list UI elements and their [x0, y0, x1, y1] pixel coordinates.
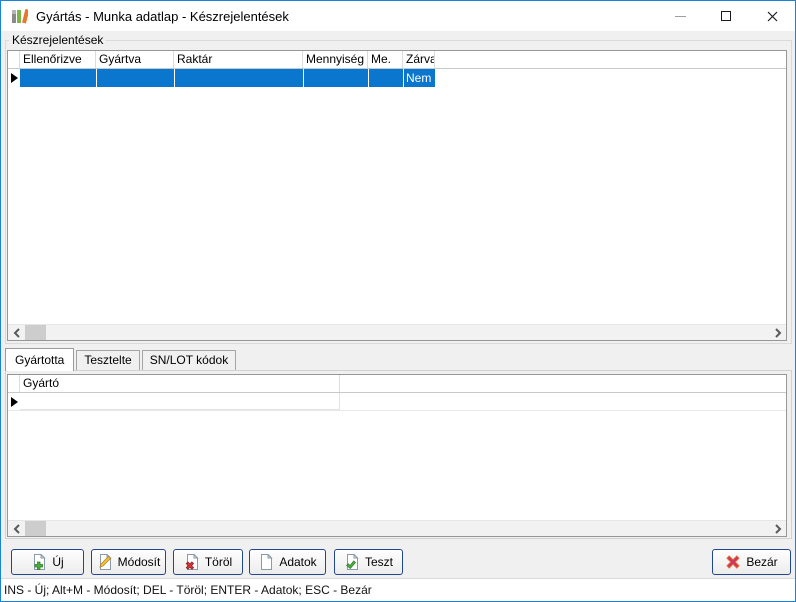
modify-button-label: Módosít [118, 555, 161, 569]
red-cross-icon [725, 554, 741, 570]
document-plus-icon [31, 554, 47, 570]
document-check-icon [344, 554, 360, 570]
modify-button[interactable]: Módosít [91, 549, 166, 575]
scroll-right-icon[interactable] [769, 521, 786, 536]
app-window: Gyártás - Munka adatlap - Készrejelentés… [0, 0, 796, 602]
delete-button-label: Töröl [205, 555, 232, 569]
close-icon [767, 11, 778, 22]
app-logo-icon [9, 6, 29, 26]
gyarto-grid-header-row: Gyártó [8, 375, 786, 393]
scroll-left-icon[interactable] [8, 521, 25, 536]
gyarto-grid[interactable]: Gyártó [7, 374, 787, 537]
status-bar-text: INS - Új; Alt+M - Módosít; DEL - Töröl; … [4, 583, 372, 597]
selected-grid-row[interactable]: Nem [8, 69, 786, 87]
close-window-button[interactable] [749, 1, 795, 31]
test-button[interactable]: Teszt [334, 549, 403, 575]
scrollbar-thumb[interactable] [25, 521, 46, 536]
scroll-left-icon[interactable] [8, 325, 25, 340]
scrollbar-thumb[interactable] [25, 325, 46, 340]
close-dialog-button[interactable]: Bezár [712, 549, 791, 575]
cell-zarva[interactable]: Nem [403, 69, 435, 87]
tab-gyartotta[interactable]: Gyártotta [5, 348, 74, 371]
title-bar: Gyártás - Munka adatlap - Készrejelentés… [1, 1, 795, 31]
data-button[interactable]: Adatok [249, 549, 326, 575]
minimize-icon [675, 16, 686, 17]
window-title: Gyártás - Munka adatlap - Készrejelentés… [36, 9, 289, 24]
test-button-label: Teszt [365, 555, 393, 569]
document-delete-icon [184, 554, 200, 570]
window-controls [657, 1, 795, 31]
column-header-ellenorizve: Ellenőrizve [20, 51, 96, 68]
cell-gyartva[interactable] [96, 69, 174, 87]
close-dialog-button-label: Bezár [746, 555, 777, 569]
document-pencil-icon [97, 554, 113, 570]
document-icon [258, 554, 274, 570]
maximize-button[interactable] [703, 1, 749, 31]
maximize-icon [721, 11, 731, 21]
delete-button[interactable]: Töröl [173, 549, 243, 575]
grid-header-row: Ellenőrizve Gyártva Raktár Mennyiség Me.… [8, 51, 786, 69]
column-header-gyartva: Gyártva [96, 51, 174, 68]
data-button-label: Adatok [279, 555, 316, 569]
lower-horizontal-scrollbar[interactable] [8, 520, 786, 536]
cell-me[interactable] [368, 69, 403, 87]
scroll-right-icon[interactable] [769, 325, 786, 340]
gyarto-grid-row[interactable] [8, 393, 786, 411]
column-header-me: Me. [368, 51, 403, 68]
current-row-indicator-icon [11, 73, 18, 83]
new-button[interactable]: Új [11, 549, 84, 575]
tab-tesztelte[interactable]: Tesztelte [76, 350, 139, 370]
status-bar: INS - Új; Alt+M - Módosít; DEL - Töröl; … [1, 578, 795, 601]
column-header-gyarto: Gyártó [20, 375, 340, 392]
column-header-raktar: Raktár [174, 51, 303, 68]
row-indicator-cell [8, 393, 20, 410]
completion-reports-grid[interactable]: Ellenőrizve Gyártva Raktár Mennyiség Me.… [7, 50, 787, 341]
minimize-button[interactable] [657, 1, 703, 31]
column-header-zarva: Zárva [403, 51, 435, 68]
cell-mennyiseg[interactable] [303, 69, 368, 87]
column-header-mennyiseg: Mennyiség [303, 51, 368, 68]
row-indicator-header [8, 51, 20, 68]
tab-sn-lot-kodok[interactable]: SN/LOT kódok [142, 350, 236, 370]
cell-gyarto[interactable] [20, 393, 340, 410]
tab-bar: Gyártotta Tesztelte SN/LOT kódok [5, 349, 238, 370]
client-area: Készrejelentések Ellenőrizve Gyártva Rak… [1, 31, 795, 601]
groupbox-label: Készrejelentések [9, 33, 106, 47]
upper-horizontal-scrollbar[interactable] [8, 324, 786, 340]
new-button-label: Új [52, 555, 63, 569]
cell-ellenorizve[interactable] [20, 69, 96, 87]
current-row-indicator-icon [11, 397, 18, 407]
row-indicator-cell [8, 69, 20, 87]
screen: Gyártás - Munka adatlap - Készrejelentés… [0, 0, 796, 602]
cell-raktar[interactable] [174, 69, 303, 87]
row-indicator-header [8, 375, 20, 392]
